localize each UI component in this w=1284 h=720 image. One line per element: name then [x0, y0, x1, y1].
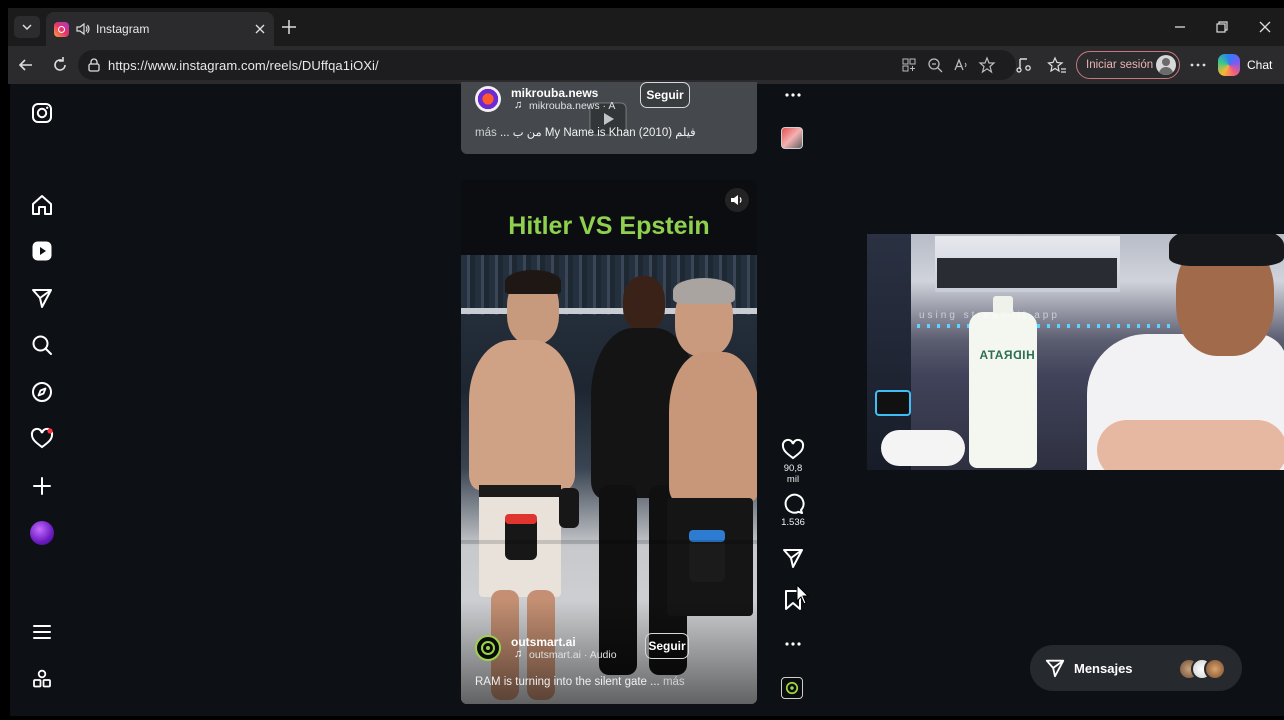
- reel-video[interactable]: [461, 180, 757, 704]
- previous-reel-card[interactable]: mikrouba.news ♫ mikrouba.news · A Seguir …: [461, 82, 757, 154]
- signin-label: Iniciar sesión: [1086, 59, 1154, 71]
- current-reel-card[interactable]: Hitler VS Epstein outsmart.ai ♫ outsmart.…: [461, 180, 757, 704]
- zoom-out-icon[interactable]: [926, 56, 944, 74]
- follow-button[interactable]: Seguir: [645, 633, 689, 659]
- menu-hamburger-icon[interactable]: [30, 620, 54, 644]
- media-control-icon[interactable]: [1014, 55, 1034, 75]
- chevron-down-icon: [22, 24, 32, 31]
- streamer-cap: [1169, 234, 1284, 266]
- favorites-icon[interactable]: [1047, 55, 1067, 75]
- audio-label: outsmart.ai · Audio: [529, 649, 617, 661]
- tab-instagram[interactable]: Instagram: [46, 12, 274, 46]
- background-monitor: [875, 390, 911, 416]
- audio-thumbnail[interactable]: [781, 677, 803, 699]
- tab-list-button[interactable]: [14, 16, 40, 38]
- window-close-icon[interactable]: [1256, 18, 1274, 36]
- browser-window: Instagram https://www.instagram.com/reel…: [8, 8, 1284, 84]
- audio-attribution[interactable]: ♫ mikrouba.news · A: [514, 99, 616, 112]
- also-from-meta-icon[interactable]: [30, 667, 54, 691]
- back-arrow-icon[interactable]: [16, 55, 36, 75]
- minimize-icon[interactable]: [1171, 18, 1189, 36]
- notifications-heart-icon[interactable]: [30, 427, 54, 451]
- music-note-icon: ♫: [514, 648, 523, 660]
- copilot-chat-button[interactable]: Chat: [1218, 51, 1284, 79]
- more-options-icon[interactable]: [782, 84, 804, 106]
- instagram-logo-icon[interactable]: [30, 101, 54, 125]
- follow-button[interactable]: Seguir: [640, 82, 690, 108]
- lotion-bottle: HIDRATA: [969, 296, 1037, 468]
- like-action[interactable]: 90,8 mil: [778, 438, 808, 485]
- audio-toggle-button[interactable]: [725, 188, 749, 212]
- caption-text: RAM is turning into the silent gate ...: [475, 676, 660, 688]
- mat-line: [461, 540, 757, 544]
- copilot-icon: [1218, 54, 1240, 76]
- speaker-icon: [731, 195, 742, 205]
- comment-icon[interactable]: [781, 492, 805, 516]
- caption-text: ... من ب My Name is Khan (2010) فيلم: [499, 127, 696, 139]
- streamer-webcam-overlay: HIDRATA using streamlit.app: [867, 234, 1284, 470]
- like-count: 90,8 mil: [783, 463, 803, 485]
- outsmart-logo-icon: [481, 641, 495, 655]
- bottle-label: HIDRATA: [979, 348, 1035, 362]
- copilot-label: Chat: [1247, 58, 1273, 72]
- create-plus-icon[interactable]: [30, 474, 54, 498]
- share-action[interactable]: [778, 546, 808, 570]
- outsmart-logo-icon: [785, 681, 799, 695]
- previous-reel-author-row: mikrouba.news ♫ mikrouba.news · A: [475, 86, 615, 112]
- browser-toolbar: https://www.instagram.com/reels/DUffqa1i…: [8, 46, 1284, 84]
- close-icon[interactable]: [252, 21, 268, 37]
- webcam-watermark: using streamlit.app: [919, 310, 1060, 321]
- streamer-hand: [1097, 420, 1284, 470]
- caption-more-link[interactable]: más: [663, 676, 685, 688]
- address-bar[interactable]: https://www.instagram.com/reels/DUffqa1i…: [78, 50, 1016, 80]
- share-icon[interactable]: [781, 546, 805, 570]
- lock-icon[interactable]: [86, 57, 102, 73]
- contact-avatar: [1204, 658, 1226, 680]
- author-avatar[interactable]: [475, 635, 501, 661]
- new-tab-plus-icon[interactable]: [279, 17, 299, 37]
- direct-messages-icon[interactable]: [30, 286, 54, 310]
- direct-messages-icon: [1045, 659, 1065, 678]
- audio-thumbnail[interactable]: [781, 127, 803, 149]
- messages-label: Mensajes: [1074, 660, 1133, 676]
- comment-count: 1.536: [781, 517, 805, 528]
- reel-caption[interactable]: RAM is turning into the silent gate ... …: [475, 676, 685, 688]
- home-icon[interactable]: [30, 193, 54, 217]
- messages-button[interactable]: Mensajes: [1030, 645, 1242, 691]
- explore-icon[interactable]: [30, 380, 54, 404]
- heart-icon[interactable]: [781, 438, 805, 462]
- reels-icon[interactable]: [30, 239, 54, 263]
- author-name[interactable]: mikrouba.news: [511, 86, 615, 100]
- read-aloud-icon[interactable]: [952, 56, 970, 74]
- reel-caption[interactable]: más ... من ب My Name is Khan (2010) فيلم: [475, 125, 696, 139]
- audio-label: mikrouba.news · A: [529, 100, 616, 112]
- more-options-icon[interactable]: [782, 633, 804, 655]
- app-grid-icon[interactable]: [900, 56, 918, 74]
- mouse-cursor-icon: [796, 584, 810, 605]
- speaker-icon[interactable]: [75, 21, 91, 37]
- more-options-icon[interactable]: [1188, 55, 1208, 75]
- audio-attribution[interactable]: ♫ outsmart.ai · Audio: [514, 648, 617, 661]
- url-text[interactable]: https://www.instagram.com/reels/DUffqa1i…: [108, 58, 379, 73]
- refresh-icon[interactable]: [50, 55, 70, 75]
- white-cloth: [881, 430, 965, 466]
- restore-icon[interactable]: [1213, 18, 1231, 36]
- profile-avatar-icon: [1156, 55, 1176, 75]
- author-name[interactable]: outsmart.ai: [511, 635, 617, 649]
- message-avatars: [1178, 658, 1226, 680]
- profile-avatar[interactable]: [30, 521, 54, 545]
- music-note-icon: ♫: [514, 99, 523, 111]
- background-window: [935, 236, 1120, 292]
- current-reel-author-row: outsmart.ai ♫ outsmart.ai · Audio: [475, 635, 617, 661]
- caption-more-link[interactable]: más: [475, 127, 497, 139]
- tab-title: Instagram: [96, 22, 150, 36]
- search-icon[interactable]: [30, 333, 54, 357]
- author-avatar[interactable]: [475, 86, 501, 112]
- instagram-favicon-icon: [54, 21, 69, 37]
- tab-bar: Instagram: [8, 8, 1284, 46]
- comment-action[interactable]: 1.536: [778, 492, 808, 528]
- star-icon[interactable]: [978, 56, 996, 74]
- signin-button[interactable]: Iniciar sesión: [1076, 51, 1180, 79]
- video-title-overlay: Hitler VS Epstein: [508, 212, 710, 240]
